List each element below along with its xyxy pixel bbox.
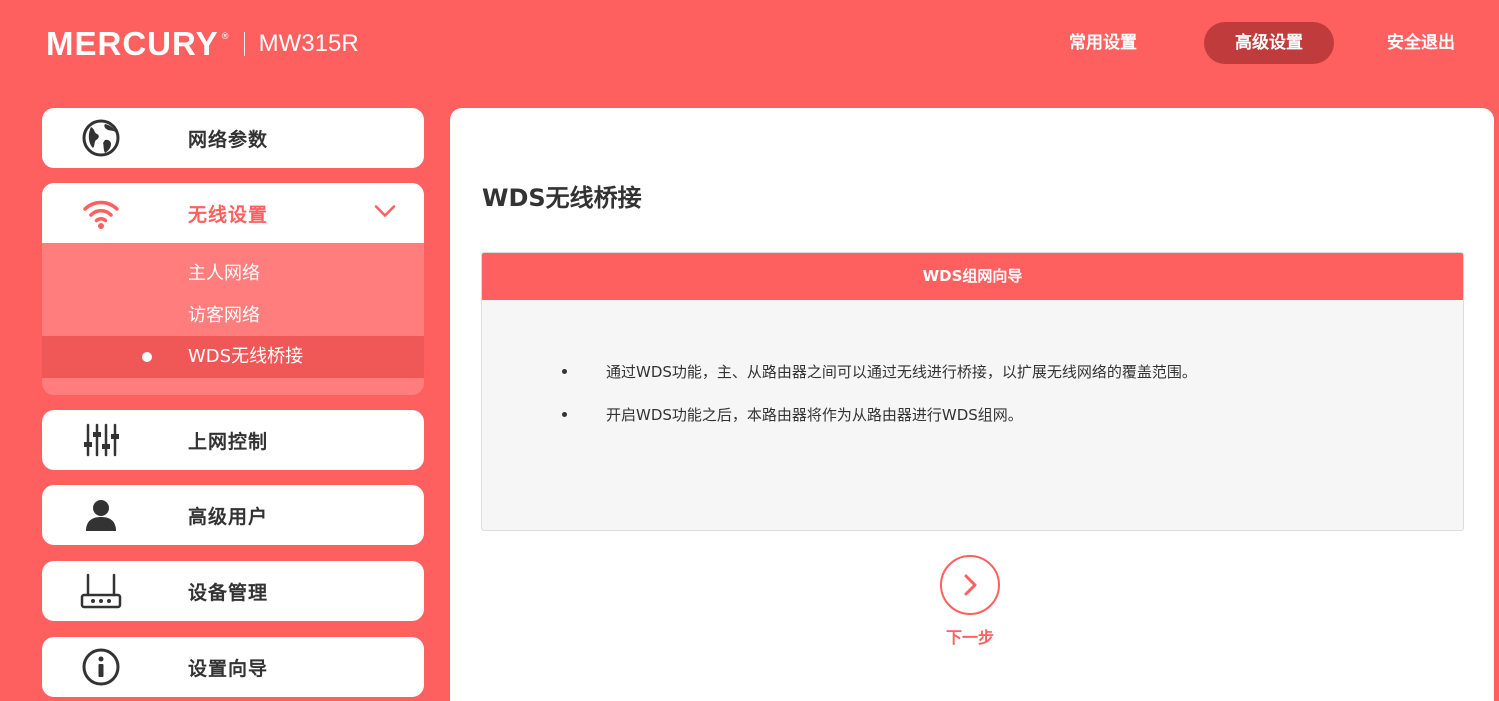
chevron-right-icon (964, 574, 977, 596)
sidebar-subitem-label: WDS无线桥接 (188, 346, 304, 367)
nav-logout[interactable]: 安全退出 (1387, 22, 1455, 64)
chevron-down-icon[interactable] (374, 204, 396, 223)
nav-advanced-settings[interactable]: 高级设置 (1204, 22, 1334, 64)
model-name: MW315R (258, 30, 359, 57)
sidebar-subitem-guest-network[interactable]: 访客网络 (42, 295, 424, 337)
list-item: 通过WDS功能，主、从路由器之间可以通过无线进行桥接，以扩展无线网络的覆盖范围。 (562, 361, 1197, 382)
sidebar-item-label: 上网控制 (188, 430, 269, 453)
sidebar-item-access-control[interactable]: 上网控制 (42, 410, 424, 470)
globe-icon (80, 117, 122, 159)
brand-name: MERCURY (46, 25, 219, 62)
wireless-submenu: 主人网络 访客网络 WDS无线桥接 (42, 243, 424, 395)
wds-wizard-box: WDS组网向导 通过WDS功能，主、从路由器之间可以通过无线进行桥接，以扩展无线… (481, 252, 1464, 531)
router-icon (80, 570, 122, 612)
sliders-icon (80, 419, 122, 461)
registered-mark: ® (220, 32, 230, 42)
wizard-bullets: 通过WDS功能，主、从路由器之间可以通过无线进行桥接，以扩展无线网络的覆盖范围。… (562, 361, 1197, 447)
next-button[interactable] (940, 555, 1000, 615)
list-item: 开启WDS功能之后，本路由器将作为从路由器进行WDS组网。 (562, 404, 1197, 425)
selected-dot (142, 352, 152, 362)
main-panel: WDS无线桥接 WDS组网向导 通过WDS功能，主、从路由器之间可以通过无线进行… (450, 108, 1494, 701)
sidebar-item-label: 设置向导 (188, 657, 269, 680)
sidebar-item-label: 无线设置 (188, 203, 269, 226)
sidebar-item-wireless[interactable]: 无线设置 (42, 183, 424, 243)
sidebar-item-advanced-users[interactable]: 高级用户 (42, 485, 424, 545)
wifi-icon (80, 192, 122, 234)
sidebar-item-label: 设备管理 (188, 581, 269, 604)
sidebar-subitem-host-network[interactable]: 主人网络 (42, 253, 424, 295)
info-icon (80, 646, 122, 688)
sidebar-item-device-management[interactable]: 设备管理 (42, 561, 424, 621)
logo-divider (243, 32, 245, 56)
user-icon (80, 494, 122, 536)
sidebar-item-label: 网络参数 (188, 128, 269, 151)
sidebar-item-label: 高级用户 (188, 505, 269, 528)
next-label[interactable]: 下一步 (940, 624, 1000, 648)
page-title: WDS无线桥接 (482, 184, 642, 212)
nav-common-settings[interactable]: 常用设置 (1069, 22, 1137, 64)
sidebar-item-setup-wizard[interactable]: 设置向导 (42, 637, 424, 697)
wizard-header: WDS组网向导 (482, 253, 1463, 300)
sidebar-subitem-wds-bridge[interactable]: WDS无线桥接 (42, 336, 424, 378)
brand-logo: MERCURY ® MW315R (46, 25, 359, 63)
sidebar-item-network[interactable]: 网络参数 (42, 108, 424, 168)
